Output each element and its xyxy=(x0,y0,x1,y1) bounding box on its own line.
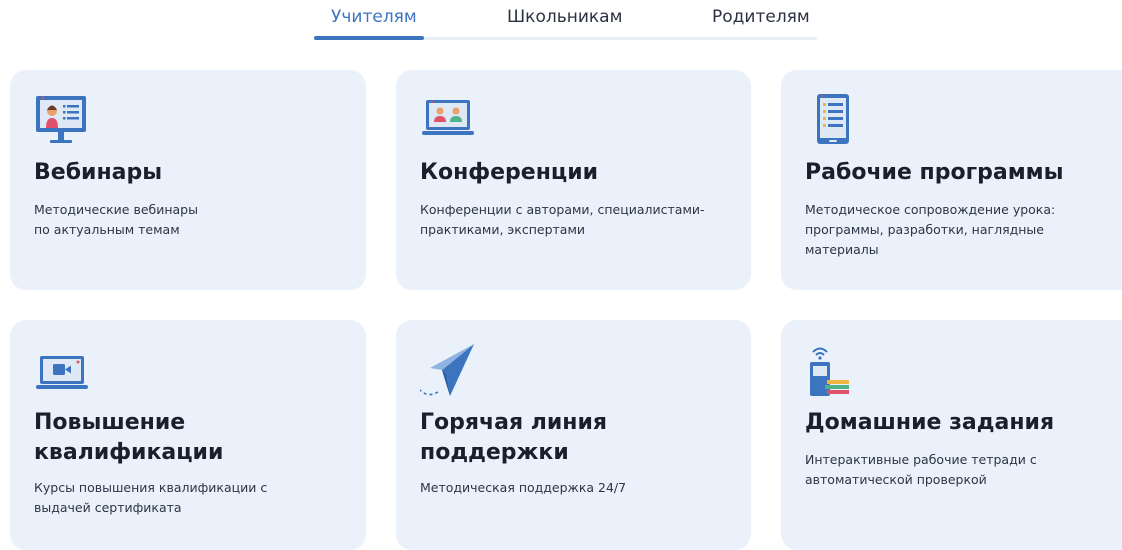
card-description: Интерактивные рабочие тетради с автомати… xyxy=(805,452,1037,487)
card-title: Домашние задания xyxy=(805,410,1055,435)
laptop-people-icon xyxy=(422,100,474,135)
card-homework[interactable]: Домашние задания Интерактивные рабочие т… xyxy=(781,320,1122,550)
card-title: Горячая линия поддержки xyxy=(420,410,608,465)
card-description: Курсы повышения квалификации с выдачей с… xyxy=(34,480,268,515)
card-hotline[interactable]: Горячая линия поддержки Методическая под… xyxy=(396,320,751,550)
card-qualification[interactable]: Повышение квалификации Курсы повышения к… xyxy=(10,320,366,550)
card-title: Конференции xyxy=(420,160,599,185)
card-webinars[interactable]: Вебинары Методические вебинары по актуал… xyxy=(10,70,366,290)
video-laptop-icon xyxy=(36,356,88,389)
tab-students[interactable]: Школьникам xyxy=(507,7,622,27)
active-tab-indicator xyxy=(314,36,424,40)
tablet-document-icon xyxy=(817,94,849,144)
card-description: Методическая поддержка 24/7 xyxy=(420,480,627,495)
audience-tabs: Учителям Школьникам Родителям xyxy=(314,0,817,40)
digital-workbook-icon xyxy=(810,347,849,396)
card-conferences[interactable]: Конференции Конференции с авторами, спец… xyxy=(396,70,751,290)
card-work-programs[interactable]: Рабочие программы Методическое сопровожд… xyxy=(781,70,1122,290)
card-description: Конференции с авторами, специалистами- п… xyxy=(420,202,705,237)
tab-teachers[interactable]: Учителям xyxy=(331,7,417,27)
card-description: Методическое сопровождение урока: програ… xyxy=(805,202,1056,257)
card-title: Повышение квалификации xyxy=(34,410,224,465)
paper-plane-icon xyxy=(420,344,474,396)
card-description: Методические вебинары по актуальным тема… xyxy=(34,202,198,237)
teacher-monitor-icon xyxy=(36,96,86,143)
card-title: Вебинары xyxy=(34,160,163,185)
tab-parents[interactable]: Родителям xyxy=(712,7,810,27)
card-title: Рабочие программы xyxy=(805,160,1064,185)
